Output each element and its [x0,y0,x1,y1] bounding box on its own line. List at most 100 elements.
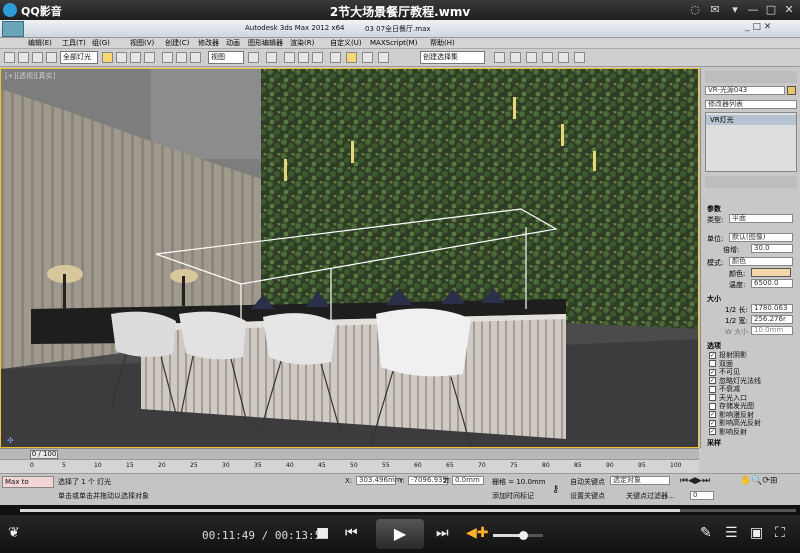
z-coordinate-field[interactable]: 0.0mm [452,476,484,485]
selected-object-dropdown[interactable]: 选定对象 [610,476,670,485]
footprint-icon[interactable]: ❦ [8,525,20,541]
layer-manager-icon[interactable] [378,52,389,63]
curve-editor-icon[interactable] [494,52,505,63]
stack-tool-row[interactable] [705,176,797,188]
window-crossing-icon[interactable] [144,52,155,63]
align-icon[interactable] [362,52,373,63]
selection-filter-dropdown[interactable]: 全部灯光 [60,51,98,64]
region-select-icon[interactable] [130,52,141,63]
menu-create[interactable]: 创建(C) [165,38,189,49]
menu-icon[interactable]: ▾ [726,2,744,17]
select-by-name-icon[interactable] [116,52,127,63]
redo-icon[interactable] [18,52,29,63]
playback-controls[interactable]: ⏮◀▶⏭ [680,476,730,488]
light-type-dropdown[interactable]: 平面 [729,214,793,223]
perspective-viewport[interactable]: ✣ [+][透视][真实] [0,68,699,448]
snap-icon[interactable] [284,52,295,63]
menu-customize[interactable]: 自定义(U) [330,38,362,49]
select-manipulate-icon[interactable] [266,52,277,63]
list-icon[interactable]: ☰ [725,525,738,541]
menu-animation[interactable]: 动画 [226,38,240,49]
viewport-navigation-controls[interactable]: ✋🔍⟳⊞ [740,476,798,504]
light-color-swatch[interactable] [751,268,791,277]
option-checkbox[interactable] [709,360,716,367]
material-editor-icon[interactable] [526,52,537,63]
option-checkbox[interactable] [709,394,716,401]
key-icon[interactable]: ⚷ [552,484,559,495]
maximize-button[interactable]: □ [762,2,780,17]
skin-icon[interactable]: ✉ [706,2,724,17]
edit-named-selection-icon[interactable] [330,52,341,63]
mirror-icon[interactable] [346,52,357,63]
modifier-list-dropdown[interactable]: 修改器列表 [705,100,797,109]
half-width-spinner[interactable]: 256.276r [751,315,793,324]
named-selection-dropdown[interactable]: 创建选择集 [420,51,485,64]
tools-icon[interactable]: ✎ [700,525,712,541]
rendered-frame-icon[interactable] [558,52,569,63]
option-checkbox[interactable]: ✓ [709,368,716,376]
menu-maxscript[interactable]: MAXScript(M) [370,38,417,49]
scale-icon[interactable] [190,52,201,63]
volume-slider[interactable] [493,531,543,540]
percent-snap-icon[interactable] [312,52,323,63]
modifier-stack-item[interactable]: VR灯光 [706,115,796,125]
close-button[interactable]: ✕ [780,2,798,17]
volume-knob[interactable] [519,531,528,540]
current-frame-field[interactable]: 0 [690,491,714,500]
auto-key-button[interactable]: 自动关键点 [570,477,605,487]
previous-icon[interactable]: ⏮ [345,525,358,541]
option-checkbox[interactable]: ✓ [709,411,716,418]
select-object-icon[interactable] [102,52,113,63]
add-time-tag[interactable]: 添加时间标记 [492,491,534,501]
option-checkbox[interactable]: ✓ [709,428,716,435]
w-size-spinner[interactable]: 10.0mm [751,326,793,335]
menu-group[interactable]: 组(G) [92,38,110,49]
temperature-spinner[interactable]: 6500.0 [751,279,793,288]
option-checkbox[interactable]: ✓ [709,377,716,384]
menu-tools[interactable]: 工具(T) [62,38,86,49]
menu-views[interactable]: 视图(V) [130,38,154,49]
rotate-icon[interactable] [176,52,187,63]
command-panel-tabs[interactable] [705,71,797,83]
unlink-icon[interactable] [46,52,57,63]
maxscript-listener[interactable]: Max to Physac [2,476,54,488]
angle-snap-icon[interactable] [298,52,309,63]
time-slider[interactable]: 0 / 100 [0,448,699,459]
fullscreen-icon[interactable]: ⛶ [775,525,785,541]
volume-icon[interactable]: ◀✚ [466,525,489,541]
render-setup-icon[interactable] [542,52,553,63]
object-name-field[interactable]: VR-光源043 [705,86,785,95]
play-button[interactable]: ▶ [376,519,424,549]
menu-modifiers[interactable]: 修改器 [198,38,219,49]
multiplier-spinner[interactable]: 30.0 [751,244,793,253]
params-rollout-title[interactable]: 参数 [707,204,721,214]
stop-icon[interactable]: ■ [316,525,329,541]
reference-coord-dropdown[interactable]: 视图 [208,51,244,64]
menu-rendering[interactable]: 渲染(R) [290,38,314,49]
track-bar[interactable]: 0 5 10 15 20 25 30 35 40 45 50 55 60 65 70 75 80 85 90 95 10… [0,459,699,473]
render-icon[interactable] [574,52,585,63]
option-row[interactable]: ✓ 影响反射 [709,428,747,436]
key-filters-button[interactable]: 关键点过滤器... [626,491,675,501]
x-coordinate-field[interactable]: 303.496mm [356,476,402,485]
option-checkbox[interactable]: ✓ [709,419,716,427]
object-color-swatch[interactable] [787,86,796,95]
units-dropdown[interactable]: 默认(图像) [729,233,793,242]
menu-help[interactable]: 帮助(H) [430,38,455,49]
pivot-icon[interactable] [248,52,259,63]
time-slider-handle[interactable]: 0 / 100 [30,450,58,459]
link-icon[interactable] [32,52,43,63]
undo-icon[interactable] [4,52,15,63]
menu-edit[interactable]: 编辑(E) [28,38,52,49]
viewport-label[interactable]: [+][透视][真实] [5,71,55,81]
move-icon[interactable] [162,52,173,63]
schematic-view-icon[interactable] [510,52,521,63]
minimize-button[interactable]: — [744,2,762,17]
max-window-controls[interactable]: _ □ ✕ [745,22,795,35]
y-coordinate-field[interactable]: -7096.939r [408,476,450,485]
seek-bar[interactable] [0,505,800,515]
next-icon[interactable]: ⏭ [436,525,449,541]
screenshot-icon[interactable]: ▣ [750,525,763,541]
menu-graph-editors[interactable]: 图形编辑器 [248,38,283,49]
option-checkbox[interactable] [709,402,716,410]
